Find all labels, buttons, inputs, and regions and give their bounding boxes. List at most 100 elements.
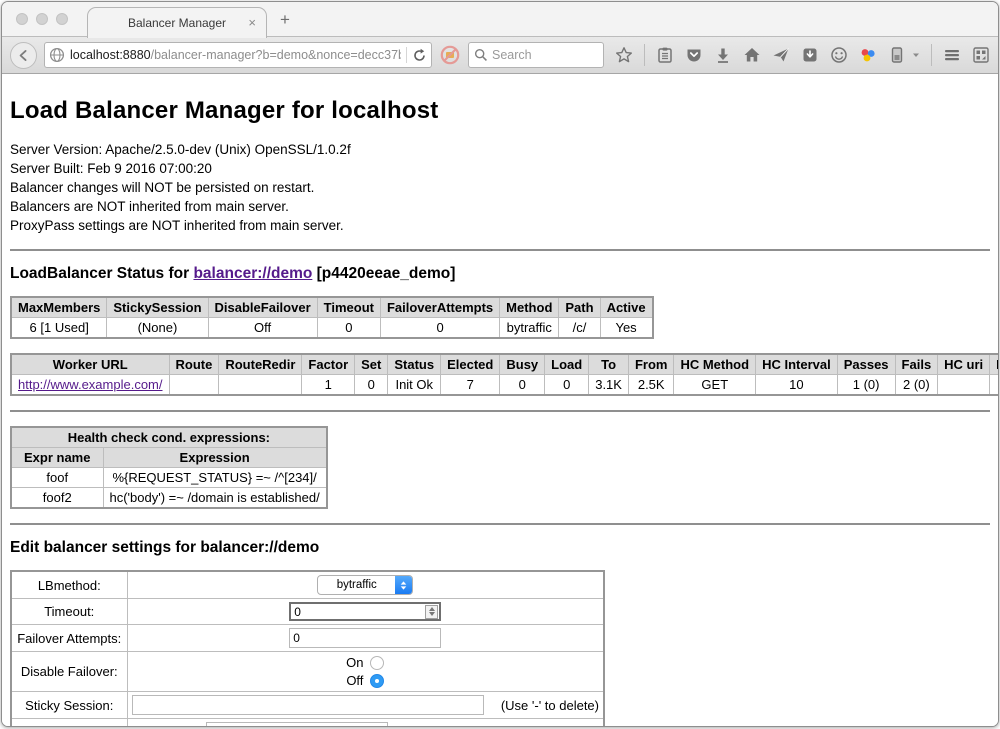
timeout-input[interactable]: 0 bbox=[289, 602, 441, 621]
lbmethod-select[interactable]: bytraffic bbox=[317, 575, 413, 595]
col-disablefailover: DisableFailover bbox=[208, 297, 317, 318]
cell-set: 0 bbox=[355, 375, 388, 396]
sticky-session-hint: (Use '-' to delete) bbox=[501, 698, 599, 713]
col-load: Load bbox=[545, 354, 589, 375]
tab-close-icon[interactable]: × bbox=[248, 15, 256, 31]
window-controls[interactable] bbox=[16, 13, 68, 25]
zoom-window-button[interactable] bbox=[56, 13, 68, 25]
cell-expression: hc('body') =~ /domain is established/ bbox=[103, 488, 327, 509]
balancer-demo-link[interactable]: balancer://demo bbox=[193, 265, 312, 282]
close-window-button[interactable] bbox=[16, 13, 28, 25]
health-table-title: Health check cond. expressions: bbox=[11, 427, 327, 448]
are-you-sure-checkbox[interactable] bbox=[511, 726, 524, 727]
balancer-status-table: MaxMembers StickySession DisableFailover… bbox=[10, 296, 654, 339]
lbmethod-label: LBmethod: bbox=[11, 571, 127, 599]
cell-elected: 7 bbox=[441, 375, 500, 396]
clipboard-icon[interactable] bbox=[656, 46, 674, 64]
url-text[interactable]: localhost:8880/balancer-manager?b=demo&n… bbox=[70, 48, 401, 62]
cell-maxmembers: 6 [1 Used] bbox=[11, 318, 107, 339]
edit-settings-heading: Edit balancer settings for balancer://de… bbox=[10, 539, 990, 557]
table-title-row: Health check cond. expressions: bbox=[11, 427, 327, 448]
reload-icon[interactable] bbox=[412, 48, 427, 63]
table-header-row: Expr name Expression bbox=[11, 448, 327, 468]
cell-route bbox=[169, 375, 219, 396]
are-you-sure-label: Are you sure? bbox=[421, 725, 502, 727]
page-content: Load Balancer Manager for localhost Serv… bbox=[2, 74, 998, 726]
page-title: Load Balancer Manager for localhost bbox=[10, 97, 990, 125]
form-row-add-worker: Add New Worker: Are you sure? bbox=[11, 719, 604, 727]
radio-on-label: On bbox=[346, 655, 363, 670]
failover-attempts-input[interactable] bbox=[289, 628, 441, 648]
divider bbox=[10, 523, 990, 525]
tab-title: Balancer Manager bbox=[128, 16, 226, 30]
col-status: Status bbox=[388, 354, 441, 375]
menu-icon[interactable] bbox=[943, 46, 961, 64]
col-hc-method: HC Method bbox=[674, 354, 756, 375]
select-arrows-icon bbox=[395, 576, 412, 594]
block-icon[interactable] bbox=[439, 44, 461, 66]
toolbar-icons bbox=[615, 44, 990, 66]
cell-hc-interval: 10 bbox=[756, 375, 838, 396]
dropdown-caret-icon[interactable] bbox=[912, 51, 920, 59]
table-row: 6 [1 Used] (None) Off 0 0 bytraffic /c/ … bbox=[11, 318, 653, 339]
home-icon[interactable] bbox=[743, 46, 761, 64]
navigation-toolbar: localhost:8880/balancer-manager?b=demo&n… bbox=[2, 37, 998, 74]
cell-status: Init Ok bbox=[388, 375, 441, 396]
form-row-lbmethod: LBmethod: bytraffic bbox=[11, 571, 604, 599]
edit-balancer-form: LBmethod: bytraffic Timeout: 0 bbox=[10, 570, 605, 726]
form-row-sticky-session: Sticky Session: (Use '-' to delete) bbox=[11, 692, 604, 719]
url-bar[interactable]: localhost:8880/balancer-manager?b=demo&n… bbox=[44, 42, 432, 68]
minimize-window-button[interactable] bbox=[36, 13, 48, 25]
cell-to: 3.1K bbox=[589, 375, 629, 396]
col-passes: Passes bbox=[837, 354, 895, 375]
new-tab-button[interactable]: + bbox=[280, 10, 290, 30]
table-header-row: MaxMembers StickySession DisableFailover… bbox=[11, 297, 653, 318]
col-elected: Elected bbox=[441, 354, 500, 375]
save-to-device-icon[interactable] bbox=[801, 46, 819, 64]
col-to: To bbox=[589, 354, 629, 375]
server-info: Server Version: Apache/2.5.0-dev (Unix) … bbox=[10, 140, 990, 235]
tab-groups-icon[interactable] bbox=[972, 46, 990, 64]
col-path: Path bbox=[559, 297, 600, 318]
cell-passes: 1 (0) bbox=[837, 375, 895, 396]
add-worker-input[interactable] bbox=[206, 722, 388, 726]
expr-row: foof %{REQUEST_STATUS} =~ /^[234]/ bbox=[11, 468, 327, 488]
col-factor: Factor bbox=[302, 354, 355, 375]
col-method: Method bbox=[500, 297, 559, 318]
status-heading-prefix: LoadBalancer Status for bbox=[10, 265, 193, 282]
back-button[interactable] bbox=[10, 42, 37, 69]
table-header-row: Worker URL Route RouteRedir Factor Set S… bbox=[11, 354, 998, 375]
radio-off[interactable] bbox=[370, 674, 384, 688]
download-icon[interactable] bbox=[714, 46, 732, 64]
tab-bar: Balancer Manager × + bbox=[2, 2, 998, 37]
cell-expression: %{REQUEST_STATUS} =~ /^[234]/ bbox=[103, 468, 327, 488]
sidebar-panel-icon[interactable] bbox=[888, 46, 906, 64]
radio-off-label: Off bbox=[346, 673, 363, 688]
colors-icon[interactable] bbox=[859, 46, 877, 64]
bookmark-star-icon[interactable] bbox=[615, 46, 633, 64]
col-set: Set bbox=[355, 354, 388, 375]
sticky-session-input[interactable] bbox=[132, 695, 484, 715]
col-active: Active bbox=[600, 297, 653, 318]
send-icon[interactable] bbox=[772, 46, 790, 64]
number-spinner[interactable] bbox=[425, 605, 438, 619]
urlbar-divider bbox=[406, 47, 407, 63]
feedback-smiley-icon[interactable] bbox=[830, 46, 848, 64]
col-route: Route bbox=[169, 354, 219, 375]
col-hc-uri: HC uri bbox=[938, 354, 990, 375]
cell-hc-method: GET bbox=[674, 375, 756, 396]
tab-balancer-manager[interactable]: Balancer Manager × bbox=[87, 7, 267, 38]
cell-timeout: 0 bbox=[317, 318, 380, 339]
radio-on[interactable] bbox=[370, 656, 384, 670]
search-field[interactable] bbox=[468, 42, 604, 68]
browser-window: Balancer Manager × + localhost:8880/bala… bbox=[1, 1, 999, 727]
worker-url-link[interactable]: http://www.example.com/ bbox=[18, 377, 163, 392]
expr-row: foof2 hc('body') =~ /domain is establish… bbox=[11, 488, 327, 509]
search-input[interactable] bbox=[492, 48, 592, 62]
failover-attempts-label: Failover Attempts: bbox=[11, 625, 127, 652]
pocket-icon[interactable] bbox=[685, 46, 703, 64]
toolbar-divider bbox=[931, 44, 932, 66]
col-expr-name: Expr name bbox=[11, 448, 103, 468]
cell-stickysession: (None) bbox=[107, 318, 208, 339]
cell-from: 2.5K bbox=[628, 375, 674, 396]
